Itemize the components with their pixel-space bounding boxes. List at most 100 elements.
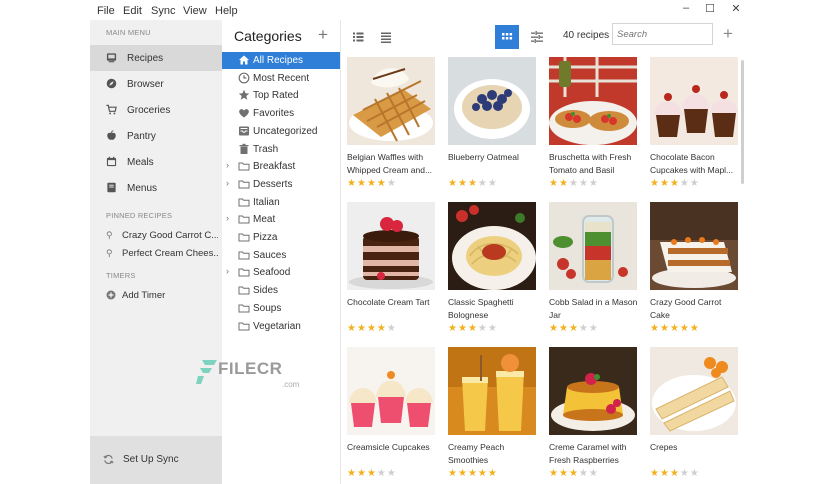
recipe-photo[interactable] [347,347,435,435]
star-empty-icon[interactable]: ★ [579,178,589,189]
recipe-title[interactable]: Classic Spaghetti Bolognese [448,296,540,322]
star-filled-icon[interactable]: ★ [680,323,690,334]
star-empty-icon[interactable]: ★ [680,178,690,189]
list-detail-icon[interactable] [346,25,370,49]
close-icon[interactable]: ✕ [726,2,746,15]
star-filled-icon[interactable]: ★ [347,178,357,189]
recipe-photo[interactable] [549,202,637,290]
recipe-card[interactable]: Creamsicle Cupcakes ★★★★★ [347,347,437,484]
star-empty-icon[interactable]: ★ [488,178,498,189]
star-filled-icon[interactable]: ★ [650,468,660,479]
recipe-card[interactable]: Blueberry Oatmeal ★★★★★ [448,57,538,197]
star-empty-icon[interactable]: ★ [579,323,589,334]
category-item-sides[interactable]: Sides [222,282,340,299]
recipe-title[interactable]: Blueberry Oatmeal [448,151,540,164]
star-filled-icon[interactable]: ★ [569,323,579,334]
recipe-card[interactable]: Classic Spaghetti Bolognese ★★★★★ [448,202,538,342]
star-filled-icon[interactable]: ★ [670,323,680,334]
pinned-recipe-item[interactable]: ⚲ Perfect Cream Chees... [90,243,222,263]
add-category-icon[interactable]: + [318,25,328,45]
star-empty-icon[interactable]: ★ [690,178,700,189]
category-item-breakfast[interactable]: › Breakfast [222,158,340,175]
star-filled-icon[interactable]: ★ [660,178,670,189]
star-filled-icon[interactable]: ★ [458,468,468,479]
star-filled-icon[interactable]: ★ [660,468,670,479]
star-filled-icon[interactable]: ★ [468,323,478,334]
star-empty-icon[interactable]: ★ [589,468,599,479]
chevron-right-icon[interactable]: › [226,178,229,188]
add-recipe-icon[interactable]: + [723,24,733,44]
star-empty-icon[interactable]: ★ [478,178,488,189]
recipe-photo[interactable] [448,202,536,290]
recipe-card[interactable]: Crepes ★★★★★ [650,347,740,484]
recipe-card[interactable]: Creamy Peach Smoothies ★★★★★ [448,347,538,484]
star-filled-icon[interactable]: ★ [458,323,468,334]
star-filled-icon[interactable]: ★ [549,323,559,334]
recipe-photo[interactable] [650,202,738,290]
sidebar-item-browser[interactable]: Browser [90,71,222,97]
sidebar-item-pantry[interactable]: Pantry [90,123,222,149]
star-filled-icon[interactable]: ★ [367,468,377,479]
star-filled-icon[interactable]: ★ [569,468,579,479]
recipe-photo[interactable] [549,57,637,145]
chevron-right-icon[interactable]: › [226,160,229,170]
star-filled-icon[interactable]: ★ [367,323,377,334]
category-item-pizza[interactable]: Pizza [222,229,340,246]
minimize-icon[interactable]: – [676,2,696,14]
star-filled-icon[interactable]: ★ [458,178,468,189]
recipe-card[interactable]: Belgian Waffles with Whipped Cream and..… [347,57,437,197]
star-filled-icon[interactable]: ★ [357,468,367,479]
star-filled-icon[interactable]: ★ [347,468,357,479]
recipe-rating[interactable]: ★★★★★ [549,323,599,334]
star-filled-icon[interactable]: ★ [559,178,569,189]
recipe-photo[interactable] [650,347,738,435]
star-empty-icon[interactable]: ★ [589,178,599,189]
set-up-sync-button[interactable]: Set Up Sync [90,436,222,484]
category-item-sauces[interactable]: Sauces [222,247,340,264]
category-item-vegetarian[interactable]: Vegetarian [222,318,340,335]
sidebar-item-recipes[interactable]: Recipes [90,45,222,71]
recipe-card[interactable]: Crazy Good Carrot Cake ★★★★★ [650,202,740,342]
search-input[interactable] [612,23,713,45]
star-empty-icon[interactable]: ★ [387,468,397,479]
recipe-rating[interactable]: ★★★★★ [347,178,397,189]
recipe-rating[interactable]: ★★★★★ [650,323,700,334]
recipe-rating[interactable]: ★★★★★ [448,323,498,334]
category-item-favorites[interactable]: Favorites [222,105,340,122]
star-filled-icon[interactable]: ★ [357,323,367,334]
recipe-rating[interactable]: ★★★★★ [549,468,599,479]
category-item-all-recipes[interactable]: All Recipes [222,52,340,69]
star-filled-icon[interactable]: ★ [549,178,559,189]
recipe-rating[interactable]: ★★★★★ [650,468,700,479]
category-item-soups[interactable]: Soups [222,300,340,317]
star-empty-icon[interactable]: ★ [680,468,690,479]
recipe-title[interactable]: Chocolate Cream Tart [347,296,439,309]
recipe-photo[interactable] [347,202,435,290]
star-empty-icon[interactable]: ★ [377,468,387,479]
star-empty-icon[interactable]: ★ [478,323,488,334]
menu-edit[interactable]: Edit [123,5,142,17]
recipe-rating[interactable]: ★★★★★ [347,468,397,479]
recipe-card[interactable]: Chocolate Bacon Cupcakes with Mapl... ★★★… [650,57,740,197]
recipe-rating[interactable]: ★★★★★ [448,468,498,479]
star-empty-icon[interactable]: ★ [387,323,397,334]
star-filled-icon[interactable]: ★ [347,323,357,334]
star-empty-icon[interactable]: ★ [579,468,589,479]
recipe-rating[interactable]: ★★★★★ [650,178,700,189]
recipe-rating[interactable]: ★★★★★ [448,178,498,189]
sidebar-item-menus[interactable]: Menus [90,175,222,201]
category-item-meat[interactable]: › Meat [222,211,340,228]
star-filled-icon[interactable]: ★ [377,323,387,334]
recipe-photo[interactable] [549,347,637,435]
recipe-rating[interactable]: ★★★★★ [347,323,397,334]
star-empty-icon[interactable]: ★ [488,323,498,334]
chevron-right-icon[interactable]: › [226,213,229,223]
star-filled-icon[interactable]: ★ [448,323,458,334]
menu-file[interactable]: File [97,5,115,17]
recipe-card[interactable]: Chocolate Cream Tart ★★★★★ [347,202,437,342]
star-filled-icon[interactable]: ★ [448,178,458,189]
star-filled-icon[interactable]: ★ [488,468,498,479]
sidebar-item-groceries[interactable]: Groceries [90,97,222,123]
star-empty-icon[interactable]: ★ [569,178,579,189]
chevron-right-icon[interactable]: › [226,266,229,276]
